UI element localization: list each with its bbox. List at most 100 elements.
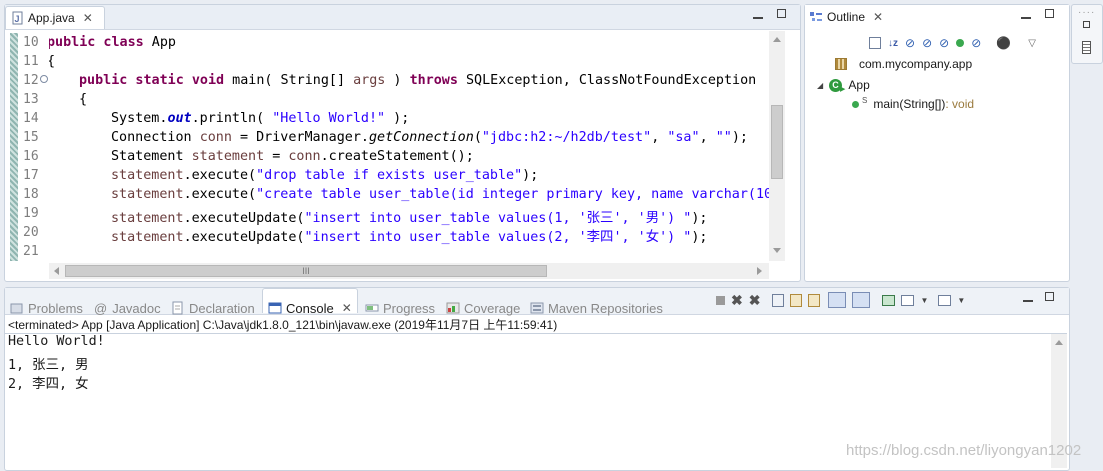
maven-repositories-icon — [530, 301, 544, 315]
package-declaration-item[interactable]: com.mycompany.app — [835, 57, 972, 71]
line-number: 20 — [23, 225, 39, 240]
clear-console-icon[interactable] — [772, 293, 785, 307]
change-ruler — [10, 33, 18, 261]
tab-progress[interactable]: Progress — [365, 300, 435, 316]
outline-icon — [809, 10, 823, 24]
code-token: .executeUpdate( — [183, 230, 305, 245]
maximize-icon[interactable] — [1045, 292, 1054, 301]
dropdown-arrow-icon[interactable]: ▼ — [957, 296, 965, 305]
open-console-icon[interactable] — [938, 294, 952, 306]
code-area[interactable]: public class App { public static void ma… — [49, 31, 769, 261]
tab-outline[interactable]: Outline ✕ — [809, 10, 883, 24]
hide-fields-icon[interactable]: ⊘ — [905, 36, 915, 50]
show-on-stdout-icon[interactable] — [828, 292, 847, 308]
display-console-icon[interactable] — [901, 294, 915, 306]
code-line: statement.execute("create table user_tab… — [111, 187, 769, 202]
close-icon[interactable]: ✕ — [873, 10, 883, 24]
method-item[interactable]: S main(String[]) : void — [852, 95, 975, 111]
editor-vertical-scrollbar[interactable] — [769, 31, 785, 261]
minimize-icon[interactable] — [1021, 13, 1031, 19]
javadoc-icon: @ — [94, 300, 108, 316]
restore-icon[interactable] — [1083, 21, 1090, 28]
string-token: "insert into user_table values(2, '李四', … — [304, 230, 692, 245]
string-token: "Hello World!" — [272, 111, 386, 126]
tab-javadoc[interactable]: @ Javadoc — [94, 300, 161, 316]
code-token: System. — [111, 111, 168, 126]
line-number: 11 — [23, 54, 39, 69]
code-token: App — [143, 35, 176, 50]
minimize-icon[interactable] — [753, 13, 763, 19]
scroll-up-icon[interactable] — [1055, 340, 1063, 345]
code-token: .execute( — [183, 168, 257, 183]
outline-tabbar: Outline ✕ — [805, 5, 1069, 29]
package-name: com.mycompany.app — [859, 57, 973, 71]
minimize-icon[interactable] — [1023, 296, 1033, 302]
terminate-icon[interactable] — [716, 295, 725, 305]
tab-maven-repositories-label: Maven Repositories — [548, 300, 663, 316]
view-menu-icon[interactable]: ▽ — [1028, 38, 1036, 49]
code-line: Connection conn = DriverManager.getConne… — [111, 130, 748, 145]
hscroll-thumb[interactable]: III — [65, 265, 547, 277]
tab-console[interactable]: Console ✕ — [268, 300, 352, 316]
expand-arrow-icon[interactable]: ◢ — [817, 81, 829, 90]
scroll-left-icon[interactable] — [54, 267, 59, 275]
code-line: public static void main( String[] args )… — [79, 73, 756, 88]
scroll-thumb[interactable] — [771, 105, 783, 179]
scroll-down-icon[interactable] — [773, 248, 781, 253]
tab-outline-label: Outline — [827, 10, 866, 24]
line-number: 19 — [23, 206, 39, 221]
code-token: Statement — [111, 149, 192, 164]
hide-static-icon[interactable]: ⊘ — [922, 36, 932, 50]
tab-console-label: Console — [286, 300, 334, 316]
show-on-stderr-icon[interactable] — [852, 292, 871, 308]
code-token: , — [699, 130, 716, 145]
maximize-icon[interactable] — [1045, 9, 1054, 18]
line-number: 17 — [23, 168, 39, 183]
code-token: main( String[] — [224, 73, 354, 88]
remove-all-terminated-icon[interactable]: ✖ — [749, 292, 761, 309]
word-wrap-icon[interactable] — [808, 293, 821, 307]
code-token: conn — [199, 130, 232, 145]
editor-horizontal-scrollbar[interactable]: III — [49, 263, 769, 279]
code-token: SQLException, ClassNotFoundException — [457, 73, 757, 88]
code-token: statement — [111, 168, 184, 183]
collapse-all-icon[interactable] — [869, 37, 881, 49]
pin-console-icon[interactable] — [882, 294, 896, 306]
problems-icon — [10, 301, 24, 315]
hide-local-types-icon[interactable]: ⊘ — [971, 36, 981, 50]
scroll-lock-icon[interactable] — [790, 293, 803, 307]
static-marker: S — [862, 95, 868, 105]
scroll-right-icon[interactable] — [757, 267, 762, 275]
close-icon[interactable]: ✕ — [342, 301, 352, 315]
hide-nonpublic-icon[interactable]: ⊘ — [939, 36, 949, 50]
console-output-line: Hello World! — [8, 334, 105, 349]
tab-coverage[interactable]: Coverage — [446, 300, 520, 316]
code-token: ); — [691, 211, 708, 226]
sort-icon[interactable]: ↓z — [888, 38, 898, 49]
code-line: { — [49, 54, 55, 69]
method-return-type: : void — [945, 97, 975, 111]
focus-icon[interactable]: ⚫ — [996, 36, 1011, 50]
dropdown-arrow-icon[interactable]: ▼ — [920, 296, 928, 305]
keyword-token: public class — [49, 35, 144, 50]
remove-launch-icon[interactable]: ✖ — [731, 292, 743, 309]
tab-problems[interactable]: Problems — [10, 300, 83, 316]
line-number: 18 — [23, 187, 39, 202]
public-member-icon[interactable] — [956, 39, 965, 47]
class-item[interactable]: ◢ C ▶ App — [817, 77, 870, 93]
string-token: "create table user_table(id integer prim… — [256, 187, 769, 202]
maximize-icon[interactable] — [777, 9, 786, 18]
tab-declaration[interactable]: Declaration — [171, 300, 255, 316]
code-token: ); — [691, 230, 708, 245]
task-list-icon[interactable] — [1082, 41, 1091, 54]
close-icon[interactable]: ✕ — [83, 11, 93, 25]
tab-coverage-label: Coverage — [464, 300, 521, 316]
scroll-up-icon[interactable] — [773, 37, 781, 42]
code-token: args — [353, 73, 386, 88]
fold-collapse-icon[interactable] — [40, 75, 48, 83]
tab-declaration-label: Declaration — [189, 300, 255, 316]
tab-maven-repositories[interactable]: Maven Repositories — [530, 300, 663, 316]
code-line: { — [79, 92, 87, 107]
tab-app-java[interactable]: J App.java ✕ — [5, 6, 105, 29]
code-token: ); — [522, 168, 539, 183]
